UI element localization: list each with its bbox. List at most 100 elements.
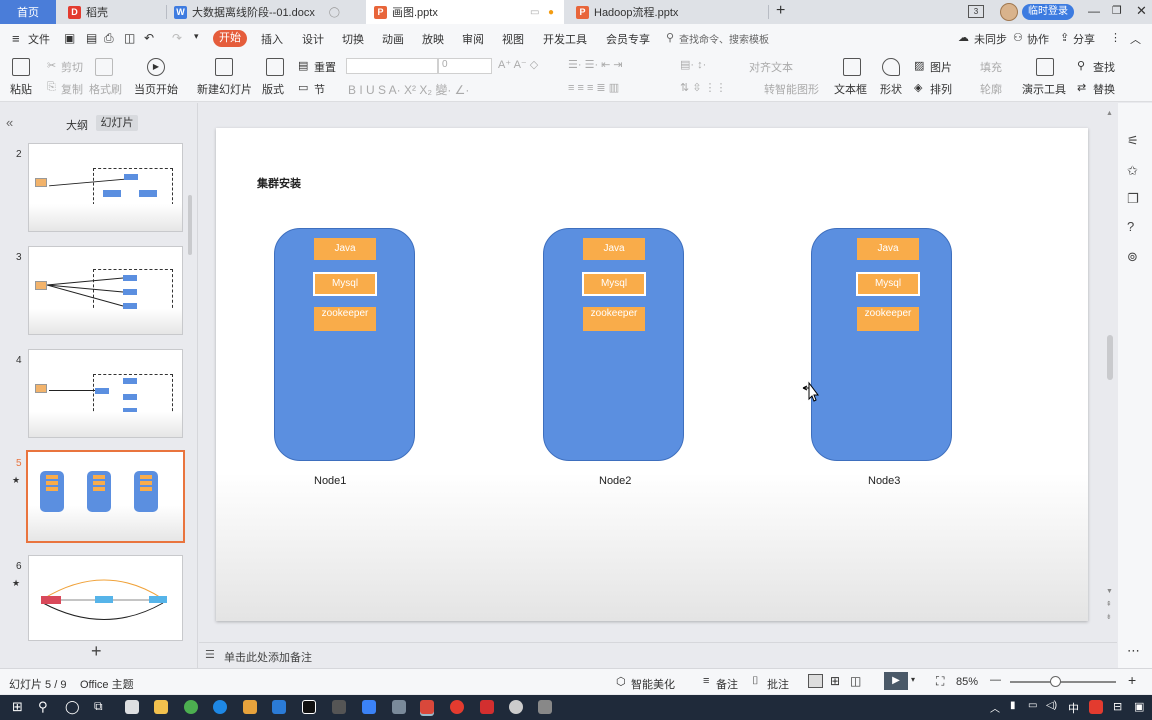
slide-canvas[interactable]: 集群安装 Java Mysql zookeeper Node1 Java Mys…: [216, 128, 1088, 621]
box-mysql[interactable]: Mysql: [313, 272, 377, 296]
menu-view[interactable]: 视图: [502, 31, 524, 47]
file-explorer-icon[interactable]: [154, 700, 168, 714]
slide-thumbnail-4[interactable]: [28, 349, 183, 438]
tab-pptx-other[interactable]: P Hadoop流程.pptx: [568, 0, 768, 24]
login-button[interactable]: 临时登录: [1022, 4, 1074, 20]
play-options-icon[interactable]: ▾: [911, 675, 915, 684]
paste-button[interactable]: 粘贴: [10, 81, 32, 97]
sogou-icon[interactable]: [1089, 700, 1103, 714]
box-java[interactable]: Java: [857, 238, 919, 260]
font-style-icons[interactable]: B I U S A· X² X₂ 變· ∠·: [348, 81, 469, 98]
undo-icon[interactable]: ↶: [144, 31, 154, 45]
format-painter-button[interactable]: 格式刷: [89, 81, 122, 97]
hamburger-icon[interactable]: ≡: [12, 31, 20, 46]
slide-thumbnail-5[interactable]: [26, 450, 185, 543]
tray-expand-icon[interactable]: ︿: [990, 700, 1000, 715]
align-text-button[interactable]: 对齐文本: [749, 59, 793, 75]
preview-icon[interactable]: ◫: [124, 31, 135, 45]
reset-button[interactable]: 重置: [314, 59, 336, 75]
chevron-down-icon[interactable]: ▾: [194, 31, 199, 42]
share-button[interactable]: 分享: [1073, 31, 1095, 47]
copy-button[interactable]: 复制: [61, 81, 83, 97]
app-icon-4[interactable]: [509, 700, 523, 714]
canvas-scrollbar[interactable]: ▲ ▼ ⇞ ⇟: [1106, 110, 1114, 640]
menu-file[interactable]: 文件: [28, 31, 50, 47]
cut-button[interactable]: 剪切: [61, 59, 83, 75]
collab-button[interactable]: 协作: [1027, 31, 1049, 47]
app-icon-1[interactable]: [243, 700, 257, 714]
network-icon[interactable]: ▭: [1028, 700, 1037, 711]
node-label[interactable]: Node3: [868, 475, 900, 487]
box-zookeeper[interactable]: zookeeper: [314, 307, 376, 331]
zoom-level[interactable]: 85%: [956, 676, 978, 688]
backup-icon[interactable]: ⊚: [1127, 249, 1138, 265]
normal-view-icon[interactable]: [808, 674, 823, 688]
fill-button[interactable]: 填充: [980, 59, 1002, 75]
shape-button[interactable]: 形状: [880, 81, 902, 97]
zoom-slider[interactable]: [1010, 681, 1116, 683]
app-icon-3[interactable]: [392, 700, 406, 714]
windows-start-icon[interactable]: ⊞: [12, 699, 23, 715]
box-mysql[interactable]: Mysql: [856, 272, 920, 296]
tray-icon[interactable]: ▣: [1134, 700, 1144, 713]
zoom-slider-handle[interactable]: [1050, 676, 1061, 687]
search-taskbar-icon[interactable]: ⚲: [38, 699, 48, 715]
play-current-button[interactable]: 当页开始: [134, 81, 178, 97]
box-zookeeper[interactable]: zookeeper: [857, 307, 919, 331]
outline-button[interactable]: 轮廓: [980, 81, 1002, 97]
comments-button[interactable]: 批注: [767, 676, 789, 692]
fit-window-icon[interactable]: ⛶: [936, 674, 944, 689]
tab-home[interactable]: 首页: [0, 0, 56, 24]
menu-design[interactable]: 设计: [302, 31, 324, 47]
cortana-icon[interactable]: ◯: [65, 699, 80, 715]
help-icon[interactable]: ?: [1127, 219, 1134, 234]
smart-beautify-button[interactable]: 智能美化: [631, 676, 675, 692]
edge-icon[interactable]: [213, 700, 227, 714]
sync-status[interactable]: 未同步: [974, 31, 1007, 47]
presentation-tools-button[interactable]: 演示工具: [1022, 81, 1066, 97]
menu-devtools[interactable]: 开发工具: [543, 31, 587, 47]
command-search-input[interactable]: 查找命令、搜索模板: [679, 31, 769, 46]
font-size-select[interactable]: 0: [438, 58, 492, 74]
export-icon[interactable]: ▤: [86, 31, 97, 45]
node-shape-3[interactable]: [811, 228, 952, 461]
box-mysql[interactable]: Mysql: [582, 272, 646, 296]
notes-toggle-button[interactable]: 备注: [716, 676, 738, 692]
play-slideshow-button[interactable]: ▶: [884, 672, 908, 690]
tab-outline[interactable]: 大纲: [66, 117, 88, 133]
menu-animation[interactable]: 动画: [382, 31, 404, 47]
panel-scrollbar[interactable]: [188, 195, 192, 255]
node-shape-1[interactable]: [274, 228, 415, 461]
slide-thumbnail-6[interactable]: [28, 555, 183, 641]
redo-icon[interactable]: ↷: [172, 31, 182, 45]
zoom-out-icon[interactable]: —: [990, 674, 1001, 686]
restore-icon[interactable]: ❐: [1112, 4, 1122, 17]
font-family-select[interactable]: [346, 58, 438, 74]
chrome-icon[interactable]: [184, 700, 198, 714]
paste-icon[interactable]: [12, 58, 30, 76]
sorter-view-icon[interactable]: ⊞: [830, 674, 840, 688]
tab-daoke[interactable]: D 稻壳: [60, 0, 164, 24]
add-slide-button[interactable]: +: [91, 641, 102, 662]
box-java[interactable]: Java: [314, 238, 376, 260]
textbox-button[interactable]: 文本框: [834, 81, 867, 97]
theme-name[interactable]: Office 主题: [80, 676, 134, 692]
convert-smartart-button[interactable]: 转智能图形: [764, 81, 819, 97]
tab-close-icon[interactable]: ◯: [329, 7, 340, 18]
pycharm-icon[interactable]: [302, 700, 316, 714]
store-app-icon[interactable]: [125, 700, 139, 714]
menu-switch[interactable]: 切换: [342, 31, 364, 47]
app-icon-5[interactable]: [538, 700, 552, 714]
find-button[interactable]: 查找: [1093, 59, 1115, 75]
typora-icon[interactable]: [332, 700, 346, 714]
volume-icon[interactable]: ◁): [1046, 700, 1057, 711]
notes-input[interactable]: 单击此处添加备注: [224, 649, 312, 665]
animation-icon[interactable]: ✩: [1127, 163, 1138, 179]
ime-icon[interactable]: 中: [1068, 700, 1079, 716]
notification-icon[interactable]: ⊟: [1113, 700, 1122, 713]
xmind-icon[interactable]: [480, 700, 494, 714]
copy-style-icon[interactable]: ❐: [1127, 191, 1139, 207]
task-view-icon[interactable]: ⧉: [94, 699, 103, 714]
properties-icon[interactable]: ⚟: [1127, 133, 1139, 149]
slide-thumbnail-2[interactable]: [28, 143, 183, 232]
